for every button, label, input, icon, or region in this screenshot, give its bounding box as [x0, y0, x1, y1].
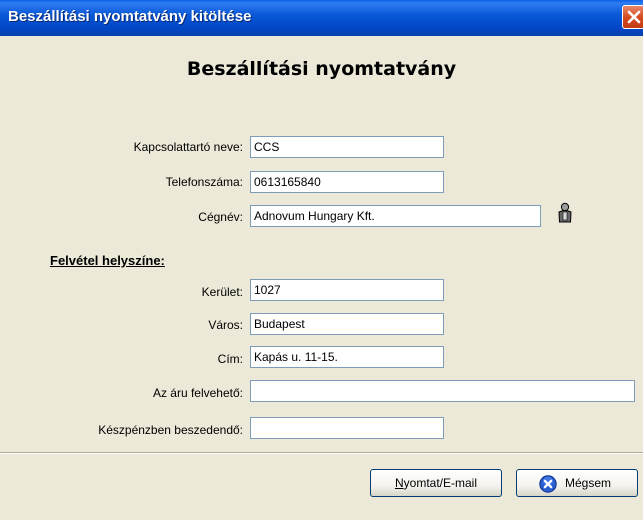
- pickup-time-input[interactable]: [251, 381, 634, 401]
- cash-field[interactable]: [250, 417, 444, 439]
- cash-input[interactable]: [251, 418, 443, 438]
- close-icon: [627, 10, 641, 24]
- city-field[interactable]: [250, 313, 444, 335]
- cancel-x-icon: [539, 475, 557, 493]
- phone-input[interactable]: [251, 172, 443, 192]
- address-field[interactable]: [250, 346, 444, 368]
- district-label: Kerület:: [201, 285, 243, 299]
- cash-label: Készpénzben beszedendő:: [98, 423, 243, 437]
- company-label: Cégnév:: [198, 210, 243, 224]
- city-label: Város:: [208, 318, 243, 332]
- contact-name-field[interactable]: [250, 136, 444, 158]
- city-input[interactable]: [251, 314, 443, 334]
- contact-name-label: Kapcsolattartó neve:: [133, 140, 243, 154]
- print-email-button[interactable]: Nyomtat/E-mail: [370, 469, 502, 497]
- form-heading: Beszállítási nyomtatvány: [186, 58, 457, 80]
- dialog-window: Beszállítási nyomtatvány kitöltése Beszá…: [0, 0, 643, 520]
- pickup-location-heading: Felvétel helyszíne:: [50, 253, 165, 268]
- phone-field[interactable]: [250, 171, 444, 193]
- window-title: Beszállítási nyomtatvány kitöltése: [8, 8, 252, 25]
- print-email-label: yomtat/E-mail: [403, 476, 478, 490]
- print-mnemonic: N: [394, 476, 404, 490]
- phone-label: Telefonszáma:: [165, 175, 243, 189]
- district-field[interactable]: [250, 279, 444, 301]
- pickup-time-field[interactable]: [250, 380, 635, 402]
- company-input[interactable]: [251, 206, 540, 226]
- pickup-time-label: Az áru felvehető:: [152, 386, 243, 400]
- company-field[interactable]: [250, 205, 541, 227]
- contact-name-input[interactable]: [251, 137, 443, 157]
- footer-separator: [0, 452, 643, 454]
- address-input[interactable]: [251, 347, 443, 367]
- district-input[interactable]: [251, 280, 443, 300]
- close-button[interactable]: [622, 5, 643, 29]
- person-icon[interactable]: [556, 202, 574, 224]
- cancel-button[interactable]: Mégsem: [516, 469, 638, 497]
- cancel-label: Mégsem: [565, 476, 612, 490]
- title-bar[interactable]: Beszállítási nyomtatvány kitöltése: [0, 0, 643, 36]
- address-label: Cím:: [217, 352, 243, 366]
